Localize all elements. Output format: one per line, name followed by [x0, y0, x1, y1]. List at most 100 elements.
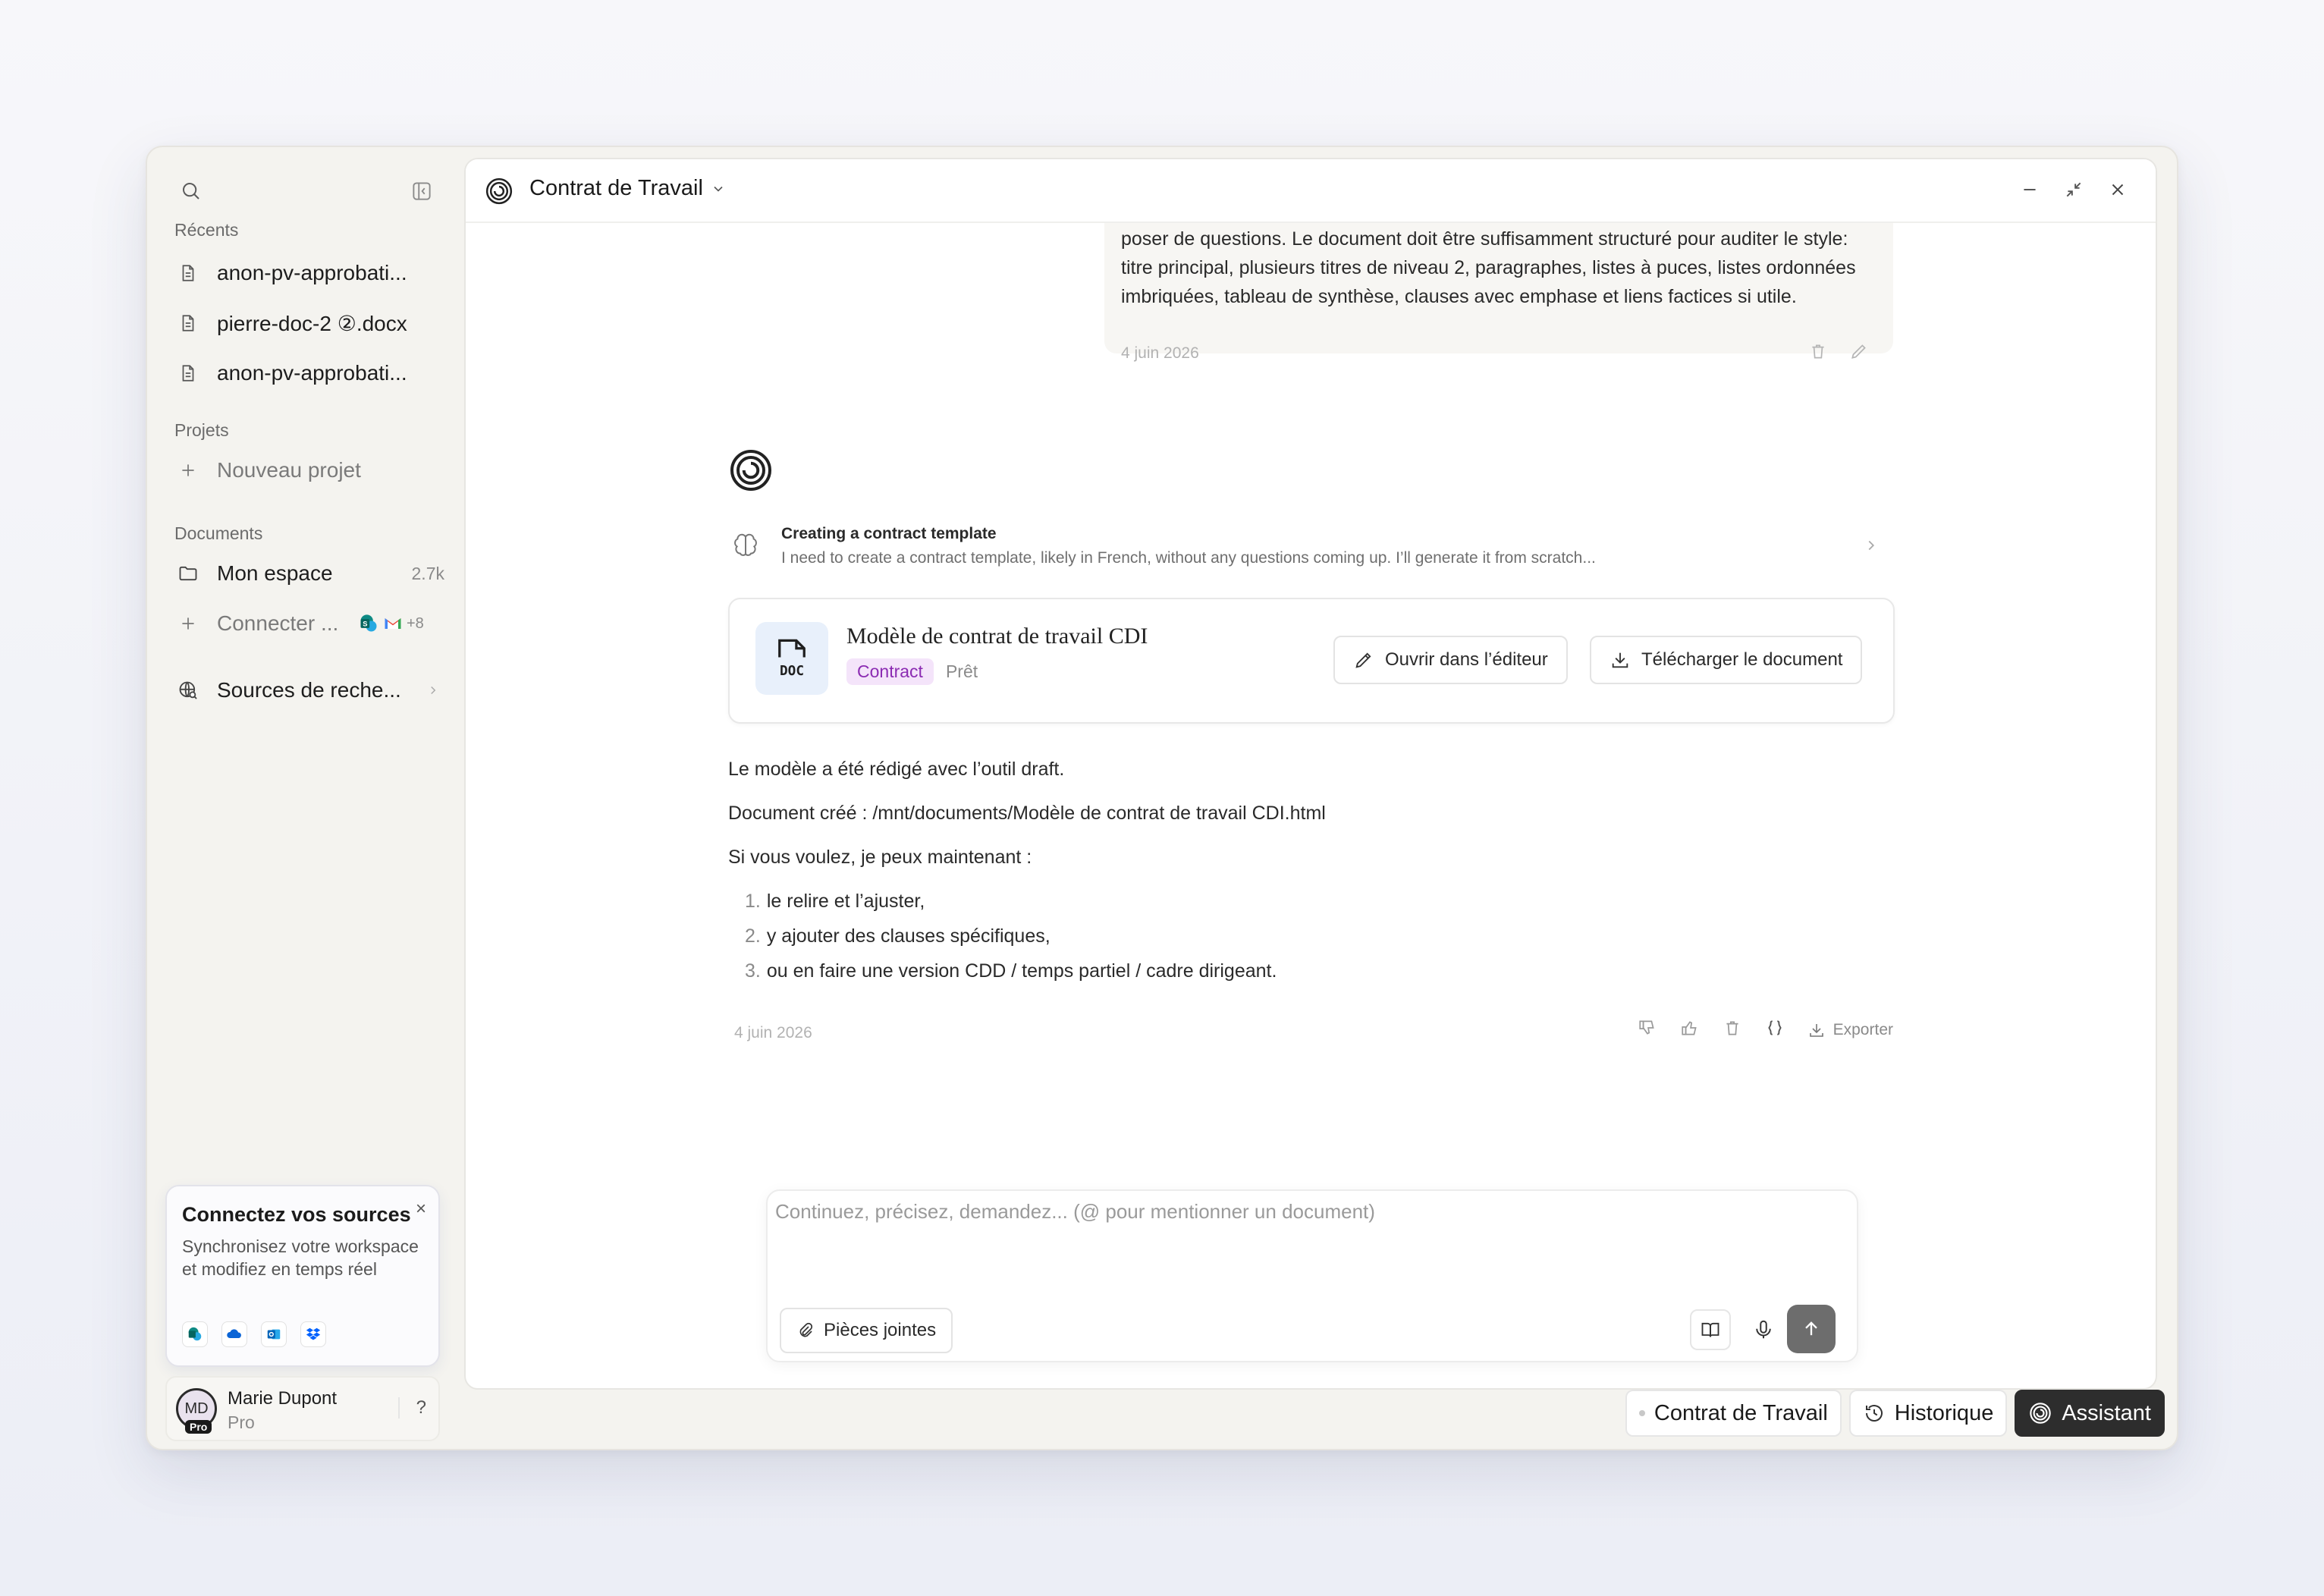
file-icon — [174, 309, 202, 337]
bottom-tab-bar: Contrat de Travail Historique Assistant — [1625, 1390, 2165, 1437]
microphone-icon[interactable] — [1743, 1309, 1784, 1350]
user-message-date: 4 juin 2026 — [1121, 344, 1199, 362]
thumbs-up-icon[interactable] — [1680, 1018, 1700, 1041]
close-icon[interactable] — [2103, 174, 2133, 205]
open-in-editor-button[interactable]: Ouvrir dans l’éditeur — [1333, 636, 1568, 684]
outlook-icon[interactable] — [261, 1321, 287, 1347]
status-dot — [1638, 1410, 1645, 1416]
user-profile[interactable]: MD Pro Marie Dupont Pro ? — [165, 1376, 440, 1441]
onedrive-icon[interactable] — [221, 1321, 247, 1347]
plus-icon — [174, 610, 202, 637]
tab-history-label: Historique — [1894, 1400, 1994, 1425]
collapse-icon[interactable] — [2059, 174, 2089, 205]
web-search-icon — [174, 677, 202, 704]
book-icon[interactable] — [1690, 1309, 1731, 1350]
sharepoint-icon: S — [360, 614, 377, 632]
new-project-label: Nouveau projet — [217, 458, 361, 482]
svg-text:DOC: DOC — [780, 664, 804, 679]
tab-document[interactable]: Contrat de Travail — [1625, 1390, 1842, 1437]
download-icon — [1809, 1023, 1823, 1037]
close-icon[interactable]: × — [416, 1199, 426, 1220]
pencil-icon — [1355, 652, 1371, 668]
edit-icon[interactable] — [1849, 341, 1869, 365]
app-window: Récents anon-pv-approbati... pierre-doc-… — [146, 146, 2178, 1450]
file-icon — [174, 360, 202, 387]
research-sources-label: Sources de reche... — [217, 678, 401, 702]
research-sources-item[interactable]: Sources de reche... — [174, 669, 444, 712]
export-button[interactable]: Exporter — [1807, 1021, 1893, 1039]
attachments-button[interactable]: Pièces jointes — [780, 1308, 953, 1353]
list-item: 3. ou en faire une version CDD / temps pa… — [745, 960, 1277, 982]
doc-file-icon: DOC — [755, 622, 828, 695]
assistant-message-actions: Exporter — [1638, 1018, 1893, 1041]
trash-icon[interactable] — [1723, 1018, 1742, 1041]
sharepoint-icon[interactable] — [182, 1321, 208, 1347]
recent-item-label: pierre-doc-2 ②.docx — [217, 311, 407, 335]
gmail-icon — [385, 618, 401, 629]
help-button[interactable]: ? — [397, 1397, 426, 1418]
document-status: Prêt — [945, 661, 978, 681]
promo-title: Connectez vos sources — [182, 1203, 411, 1226]
download-document-button[interactable]: Télécharger le document — [1590, 636, 1863, 684]
assistant-logo-icon — [2030, 1403, 2052, 1424]
minimize-icon[interactable] — [2015, 174, 2045, 205]
user-name: Marie Dupont — [228, 1388, 338, 1409]
folder-icon — [174, 560, 202, 587]
assistant-logo-icon — [484, 176, 514, 210]
tab-assistant-label: Assistant — [2062, 1400, 2151, 1425]
sidebar-toolbar — [174, 174, 438, 208]
document-card[interactable]: DOC Modèle de contrat de travail CDI Con… — [728, 598, 1895, 724]
svg-text:S: S — [363, 620, 367, 628]
download-icon — [1612, 652, 1628, 668]
tab-assistant[interactable]: Assistant — [2015, 1390, 2165, 1437]
trash-icon[interactable] — [1808, 341, 1828, 365]
message-input[interactable] — [775, 1200, 1837, 1224]
recent-item[interactable]: anon-pv-approbati... — [174, 252, 444, 294]
document-type-badge: Contract — [846, 658, 934, 685]
promo-connector-icons — [182, 1321, 326, 1347]
reasoning-summary[interactable]: Creating a contract template I need to c… — [728, 522, 1895, 578]
chevron-down-icon — [714, 186, 723, 192]
recent-item[interactable]: anon-pv-approbati... — [174, 352, 444, 394]
window-controls — [2015, 174, 2133, 205]
recent-item-label: anon-pv-approbati... — [217, 261, 407, 284]
reply-paragraph: Document créé : /mnt/documents/Modèle de… — [728, 803, 1326, 824]
document-name: Modèle de contrat de travail CDI — [846, 624, 1148, 649]
brain-icon — [733, 533, 758, 562]
promo-text: Synchronisez votre workspace et modifiez… — [182, 1236, 419, 1279]
my-space-count: 2.7k — [411, 563, 444, 583]
connect-label: Connecter ... — [217, 611, 339, 635]
connect-sources-promo: Connectez vos sources × Synchronisez vot… — [165, 1185, 440, 1367]
collapse-sidebar-icon[interactable] — [405, 174, 438, 208]
my-space-label: Mon espace — [217, 561, 333, 585]
chevron-right-icon — [426, 678, 440, 702]
chat-panel: Contrat de Travail poser de questions. L… — [464, 158, 2157, 1390]
my-space-item[interactable]: Mon espace 2.7k — [174, 552, 444, 595]
new-project-button[interactable]: Nouveau projet — [174, 449, 444, 492]
thumbs-down-icon[interactable] — [1638, 1018, 1657, 1041]
connect-sources-button[interactable]: Connecter ... S +8 — [174, 602, 444, 645]
conversation-title: Contrat de Travail — [529, 176, 703, 200]
sidebar: Récents anon-pv-approbati... pierre-doc-… — [147, 147, 466, 1449]
dropbox-icon[interactable] — [300, 1321, 326, 1347]
list-item: 2. y ajouter des clauses spécifiques, — [745, 925, 1051, 947]
recent-item[interactable]: pierre-doc-2 ②.docx — [174, 302, 444, 344]
documents-label: Documents — [174, 523, 263, 543]
connect-more-count: +8 — [407, 614, 424, 632]
search-icon[interactable] — [174, 174, 208, 208]
code-braces-icon[interactable] — [1765, 1018, 1785, 1041]
export-label: Exporter — [1833, 1020, 1893, 1038]
conversation-title-dropdown[interactable]: Contrat de Travail — [529, 176, 726, 201]
list-item: 1. le relire et l’ajuster, — [745, 891, 925, 912]
attachments-label: Pièces jointes — [824, 1320, 937, 1340]
pro-badge: Pro — [185, 1420, 212, 1434]
recents-label: Récents — [174, 220, 239, 240]
projects-label: Projets — [174, 420, 229, 440]
download-document-label: Télécharger le document — [1641, 649, 1843, 670]
send-button[interactable] — [1787, 1305, 1836, 1353]
document-meta: Contract Prêt — [846, 658, 978, 685]
assistant-message-date: 4 juin 2026 — [734, 1024, 812, 1041]
tab-history[interactable]: Historique — [1848, 1390, 2008, 1437]
reply-paragraph: Si vous voulez, je peux maintenant : — [728, 847, 1032, 868]
reasoning-title: Creating a contract template — [781, 525, 997, 542]
